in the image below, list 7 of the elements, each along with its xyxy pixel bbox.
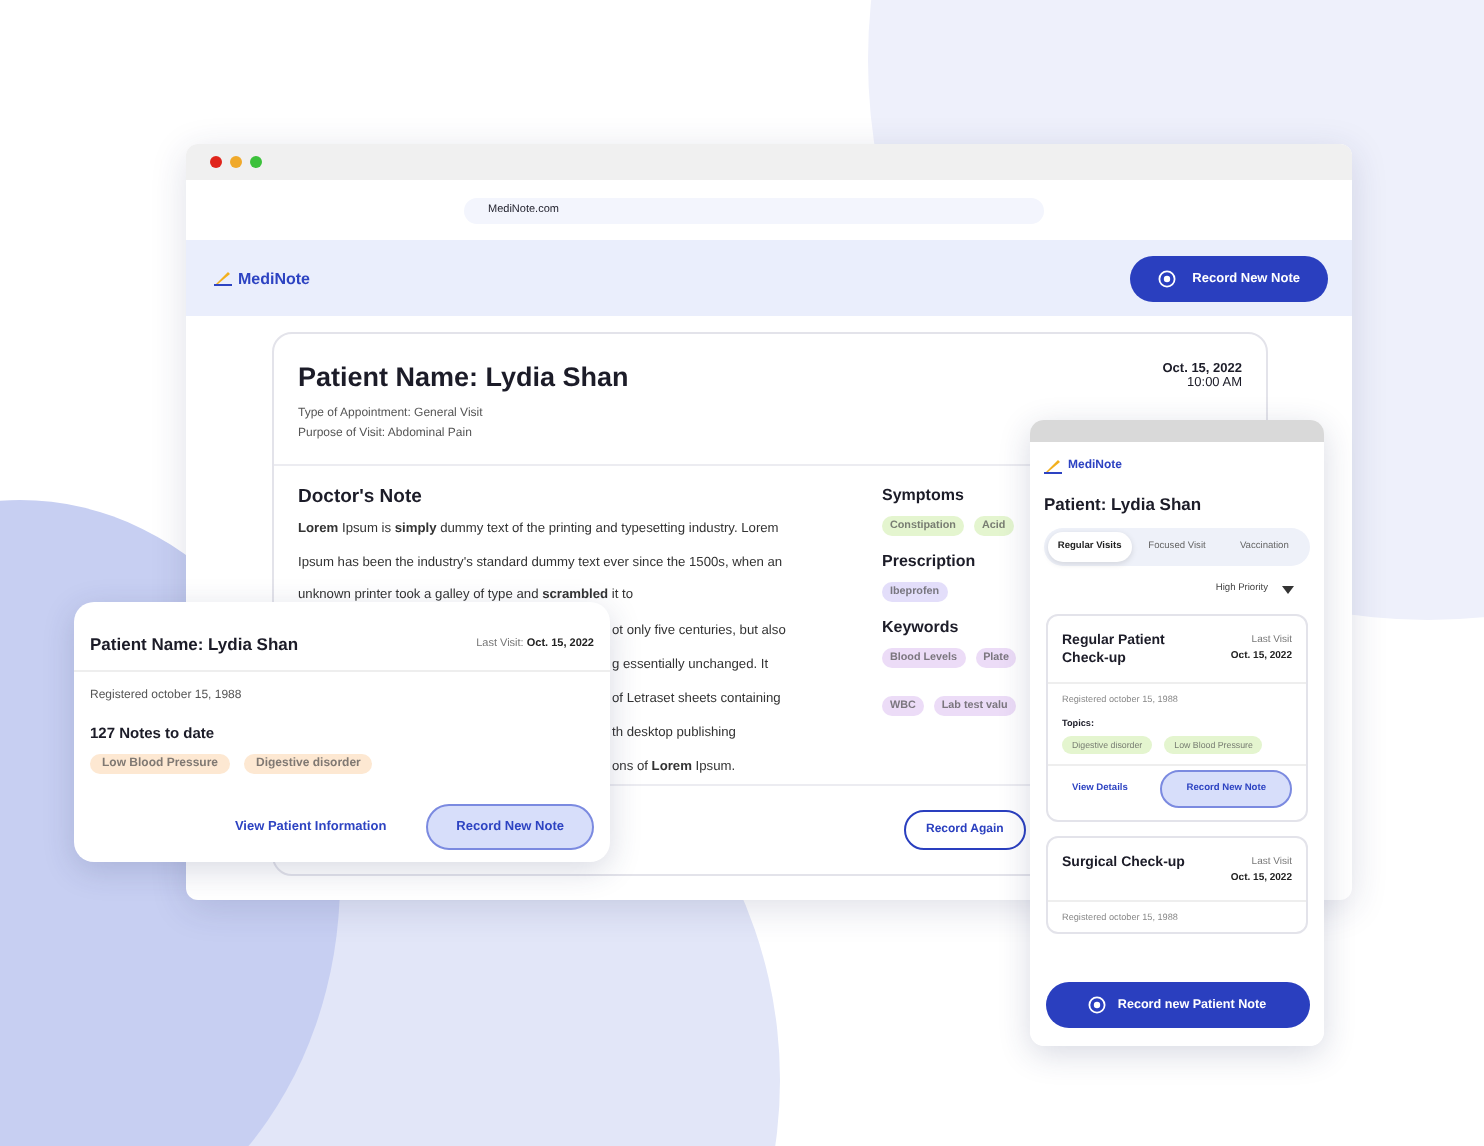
section-title: Keywords xyxy=(882,618,961,636)
patient-name: Patient Name: Lydia Shan xyxy=(90,634,299,654)
section-title: Doctor's Note xyxy=(298,486,424,508)
patient-name: Patient Name: Lydia Shan xyxy=(298,362,629,392)
section-title: Prescription xyxy=(882,552,978,570)
patient-title: Patient: Lydia Shan xyxy=(1044,494,1204,514)
logo-text: MediNote xyxy=(238,269,310,287)
